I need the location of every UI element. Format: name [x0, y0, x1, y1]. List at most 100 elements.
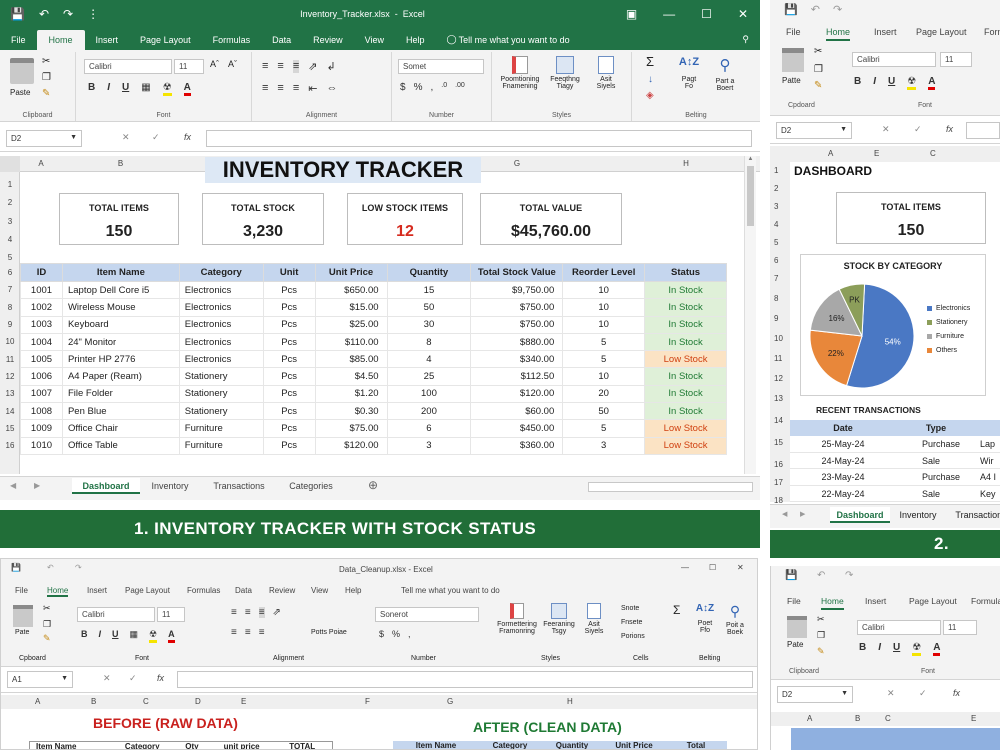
tab-page-layout[interactable]: Page Layout: [125, 586, 170, 595]
table-cell[interactable]: 23-May-24: [790, 469, 896, 485]
table-cell[interactable]: $75.00: [314, 419, 388, 438]
redo-icon[interactable]: ↷: [75, 563, 82, 572]
fx-icon[interactable]: fx: [184, 132, 191, 142]
cancel-icon[interactable]: ✕: [882, 124, 890, 135]
row-header[interactable]: 8: [774, 294, 778, 303]
bold-icon[interactable]: B: [854, 76, 861, 90]
tab-formulas[interactable]: Formula: [971, 596, 1000, 606]
row-header[interactable]: 15: [774, 438, 783, 447]
customize-icon[interactable]: ⋮: [87, 7, 99, 21]
tab-insert[interactable]: Insert: [865, 596, 886, 606]
cut-icon[interactable]: ✂: [814, 46, 822, 57]
table-cell[interactable]: 3: [562, 436, 646, 455]
row-header[interactable]: 17: [774, 478, 783, 487]
underline-icon[interactable]: U: [893, 642, 900, 656]
table-cell[interactable]: In Stock: [644, 402, 727, 421]
table-cell[interactable]: $650.00: [314, 280, 388, 300]
table-cell[interactable]: Pcs: [262, 298, 316, 317]
table-cell[interactable]: $4.50: [314, 367, 388, 386]
format-as-table-button[interactable]: Feeraning Tsgy: [539, 603, 579, 635]
row-header[interactable]: 15: [0, 424, 20, 433]
tell-me-search[interactable]: Tell me what you want to do: [459, 35, 581, 50]
row-header[interactable]: 4: [0, 235, 20, 244]
table-cell[interactable]: Printer HP 2776: [61, 350, 180, 369]
table-cell[interactable]: 20: [562, 384, 646, 404]
table-cell[interactable]: Pcs: [262, 402, 316, 421]
copy-icon[interactable]: ❐: [814, 64, 823, 75]
redo-icon[interactable]: ↷: [833, 4, 842, 16]
tab-page-layout[interactable]: Page Layout: [909, 596, 957, 606]
row-header[interactable]: 12: [0, 372, 20, 381]
paste-icon[interactable]: [782, 48, 804, 72]
save-icon[interactable]: 💾: [784, 4, 798, 16]
align-left-icon[interactable]: ≡: [262, 82, 268, 95]
tab-data[interactable]: Data: [235, 586, 252, 595]
sheet-tab-dashboard[interactable]: Dashboard: [72, 478, 140, 494]
font-color-icon[interactable]: A: [168, 629, 175, 643]
enter-icon[interactable]: ✓: [129, 673, 137, 684]
table-cell[interactable]: 1010: [20, 436, 63, 455]
table-cell[interactable]: $360.00: [470, 436, 564, 455]
italic-icon[interactable]: I: [107, 82, 110, 96]
row-header[interactable]: 14: [774, 416, 783, 425]
font-size-box[interactable]: 11: [174, 59, 204, 74]
add-sheet-icon[interactable]: ⊕: [368, 478, 378, 492]
tab-insert[interactable]: Insert: [87, 586, 107, 595]
table-cell[interactable]: Lap: [976, 436, 1000, 452]
column-header[interactable]: G: [447, 697, 453, 706]
table-cell[interactable]: 22-May-24: [790, 486, 896, 502]
number-format-box[interactable]: Somet: [398, 59, 484, 74]
close-icon[interactable]: ✕: [738, 7, 748, 21]
tab-view[interactable]: View: [354, 35, 395, 50]
table-cell[interactable]: Pcs: [262, 367, 316, 386]
next-sheet-icon[interactable]: ▶: [34, 481, 40, 490]
column-header[interactable]: H: [645, 159, 727, 168]
fill-color-icon[interactable]: ☢: [149, 629, 158, 643]
increase-font-icon[interactable]: Aˆ: [210, 59, 219, 69]
cut-icon[interactable]: ✂: [42, 56, 50, 67]
copy-icon[interactable]: ❐: [43, 619, 51, 630]
redo-icon[interactable]: ↷: [845, 570, 853, 581]
column-header[interactable]: E: [241, 697, 246, 706]
column-header[interactable]: B: [62, 159, 179, 168]
row-header[interactable]: 9: [774, 314, 778, 323]
delete-cells-button[interactable]: Fnsete: [621, 619, 642, 626]
table-cell[interactable]: File Folder: [61, 384, 180, 404]
next-sheet-icon[interactable]: ▶: [800, 510, 805, 518]
table-cell[interactable]: 5: [562, 350, 646, 369]
paste-button[interactable]: Pate: [15, 629, 29, 636]
table-cell[interactable]: Keyboard: [61, 315, 180, 334]
orientation-icon[interactable]: ⇗: [273, 607, 281, 618]
formula-input[interactable]: [177, 671, 753, 688]
enter-icon[interactable]: ✓: [152, 132, 160, 143]
table-cell[interactable]: Stationery: [178, 384, 264, 404]
tab-help[interactable]: Help: [395, 35, 436, 50]
accounting-icon[interactable]: $: [379, 629, 384, 639]
cancel-icon[interactable]: ✕: [887, 688, 895, 699]
table-cell[interactable]: 25-May-24: [790, 436, 896, 452]
column-header[interactable]: A: [807, 714, 812, 723]
fx-icon[interactable]: fx: [946, 124, 953, 134]
table-cell[interactable]: Pcs: [262, 436, 316, 455]
table-cell[interactable]: Pcs: [262, 332, 316, 352]
column-header[interactable]: F: [365, 697, 370, 706]
borders-icon[interactable]: ▦: [130, 629, 139, 643]
scroll-thumb[interactable]: [747, 166, 754, 226]
decrease-font-icon[interactable]: Aˇ: [228, 59, 237, 69]
name-box[interactable]: D2 ▼: [6, 130, 82, 147]
tab-formulas[interactable]: Formulas: [187, 586, 220, 595]
table-cell[interactable]: 10: [562, 367, 646, 386]
name-box[interactable]: A1 ▼: [7, 671, 73, 688]
row-header[interactable]: 14: [0, 407, 20, 416]
row-header[interactable]: 13: [774, 394, 783, 403]
find-select-button[interactable]: ⚲ Part a Boert: [708, 56, 742, 92]
table-cell[interactable]: 10: [562, 315, 646, 334]
row-header[interactable]: 10: [774, 334, 783, 343]
align-center-icon[interactable]: ≡: [245, 627, 251, 638]
table-cell[interactable]: 1008: [20, 402, 63, 421]
decrease-decimal-icon[interactable]: .00: [455, 82, 465, 93]
top-align-icon[interactable]: ≡: [262, 60, 268, 73]
save-icon[interactable]: 💾: [11, 563, 21, 572]
undo-icon[interactable]: ↶: [817, 570, 825, 581]
table-cell[interactable]: 1007: [20, 384, 63, 404]
